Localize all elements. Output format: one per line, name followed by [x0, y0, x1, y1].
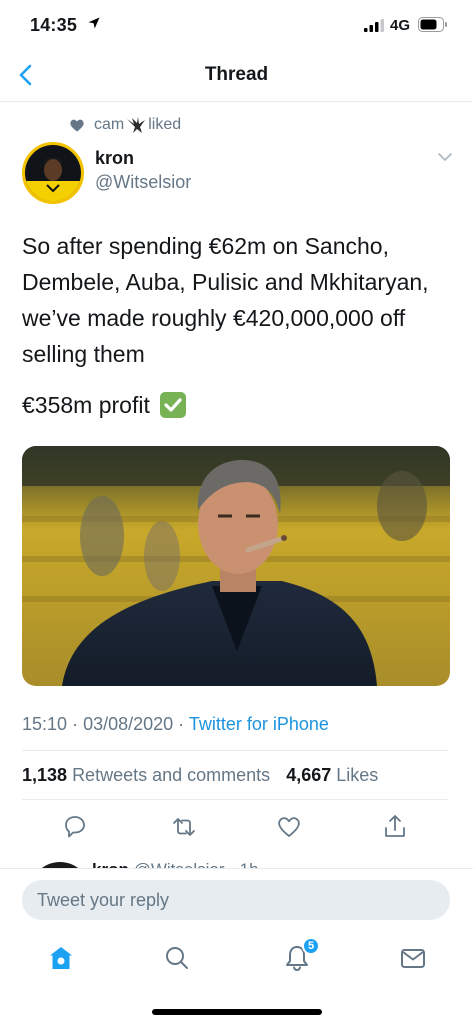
tweet-text: So after spending €62m on Sancho, Dembel…	[22, 233, 429, 367]
social-context-action: liked	[148, 116, 182, 133]
tweet-meta: 15:10 · 03/08/2020 · Twitter for iPhone	[22, 714, 329, 734]
tweet-time: 15:10	[22, 714, 68, 734]
retweet-icon[interactable]	[169, 812, 199, 842]
tweet-image[interactable]	[22, 446, 450, 686]
like-heart-icon[interactable]	[274, 812, 304, 842]
divider	[22, 799, 448, 800]
tweet-stats: 1,138 Retweets and comments 4,667 Likes	[22, 765, 378, 786]
status-bar: 14:35 4G	[0, 0, 473, 50]
check-mark-icon	[159, 392, 186, 418]
share-icon[interactable]	[380, 812, 410, 842]
tweet-source-link[interactable]: Twitter for iPhone	[189, 714, 329, 734]
home-icon[interactable]	[46, 943, 76, 973]
battery-icon	[418, 17, 447, 32]
search-icon[interactable]	[162, 943, 192, 973]
signal-icon	[364, 19, 384, 32]
social-context[interactable]: cam liked	[70, 115, 181, 135]
retweets-stat[interactable]: 1,138 Retweets and comments	[22, 765, 270, 785]
status-time: 14:35	[30, 15, 78, 35]
page-title: Thread	[204, 64, 269, 85]
author-name[interactable]: kron	[95, 148, 134, 169]
reply-icon[interactable]	[60, 812, 90, 842]
reply-input[interactable]	[22, 880, 450, 920]
avatar[interactable]	[22, 142, 84, 204]
nav-bar: Thread	[0, 50, 473, 102]
avatar-image	[25, 145, 81, 201]
tweet-date: 03/08/2020	[83, 714, 174, 734]
heart-icon	[70, 119, 84, 131]
photo-man-with-cigar	[22, 446, 450, 686]
notifications-badge: 5	[302, 937, 320, 955]
author-handle[interactable]: @Witselsior	[95, 172, 191, 193]
chevron-down-icon[interactable]	[436, 150, 454, 164]
home-indicator	[152, 1009, 322, 1015]
social-context-user: cam	[94, 116, 125, 133]
network-type: 4G	[390, 17, 411, 34]
messages-envelope-icon[interactable]	[398, 943, 428, 973]
eagle-icon	[127, 117, 146, 133]
tweet-text-profit: €358m profit	[22, 387, 186, 423]
likes-stat[interactable]: 4,667 Likes	[286, 765, 378, 785]
divider	[22, 750, 448, 751]
profit-text: €358m profit	[22, 392, 150, 418]
location-arrow-icon	[88, 17, 100, 29]
reply-bar	[0, 868, 473, 928]
